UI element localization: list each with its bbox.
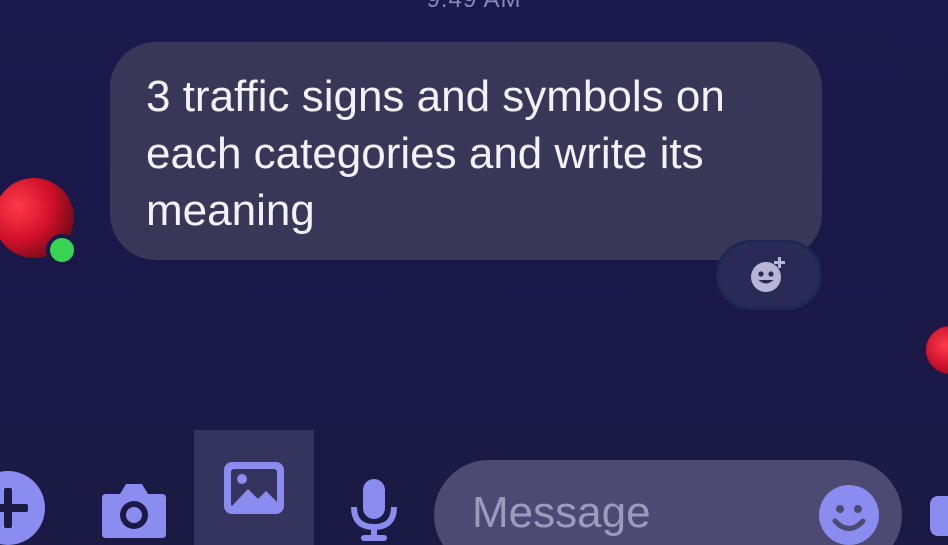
emoji-icon (819, 485, 879, 545)
gallery-icon (224, 461, 284, 514)
message-text: 3 traffic signs and symbols on each cate… (146, 72, 725, 235)
chat-screen: 9:49 AM 3 traffic signs and symbols on e… (0, 0, 948, 545)
voice-message-button[interactable] (344, 476, 404, 544)
more-actions-button[interactable] (0, 470, 46, 545)
add-reaction-button[interactable] (716, 240, 822, 310)
gallery-button[interactable] (194, 430, 314, 545)
reader-avatar (926, 326, 948, 374)
like-button[interactable] (930, 496, 948, 536)
message-timestamp: 9:49 AM (0, 0, 948, 14)
camera-icon (102, 484, 166, 538)
emoji-picker-button[interactable] (818, 484, 880, 545)
message-bubble[interactable]: 3 traffic signs and symbols on each cate… (110, 42, 822, 260)
plus-circle-icon (0, 471, 45, 545)
camera-button[interactable] (100, 476, 168, 544)
microphone-icon (351, 479, 397, 541)
message-input-placeholder: Message (472, 488, 651, 537)
online-status-indicator (46, 234, 78, 266)
emoji-add-icon (751, 257, 785, 292)
